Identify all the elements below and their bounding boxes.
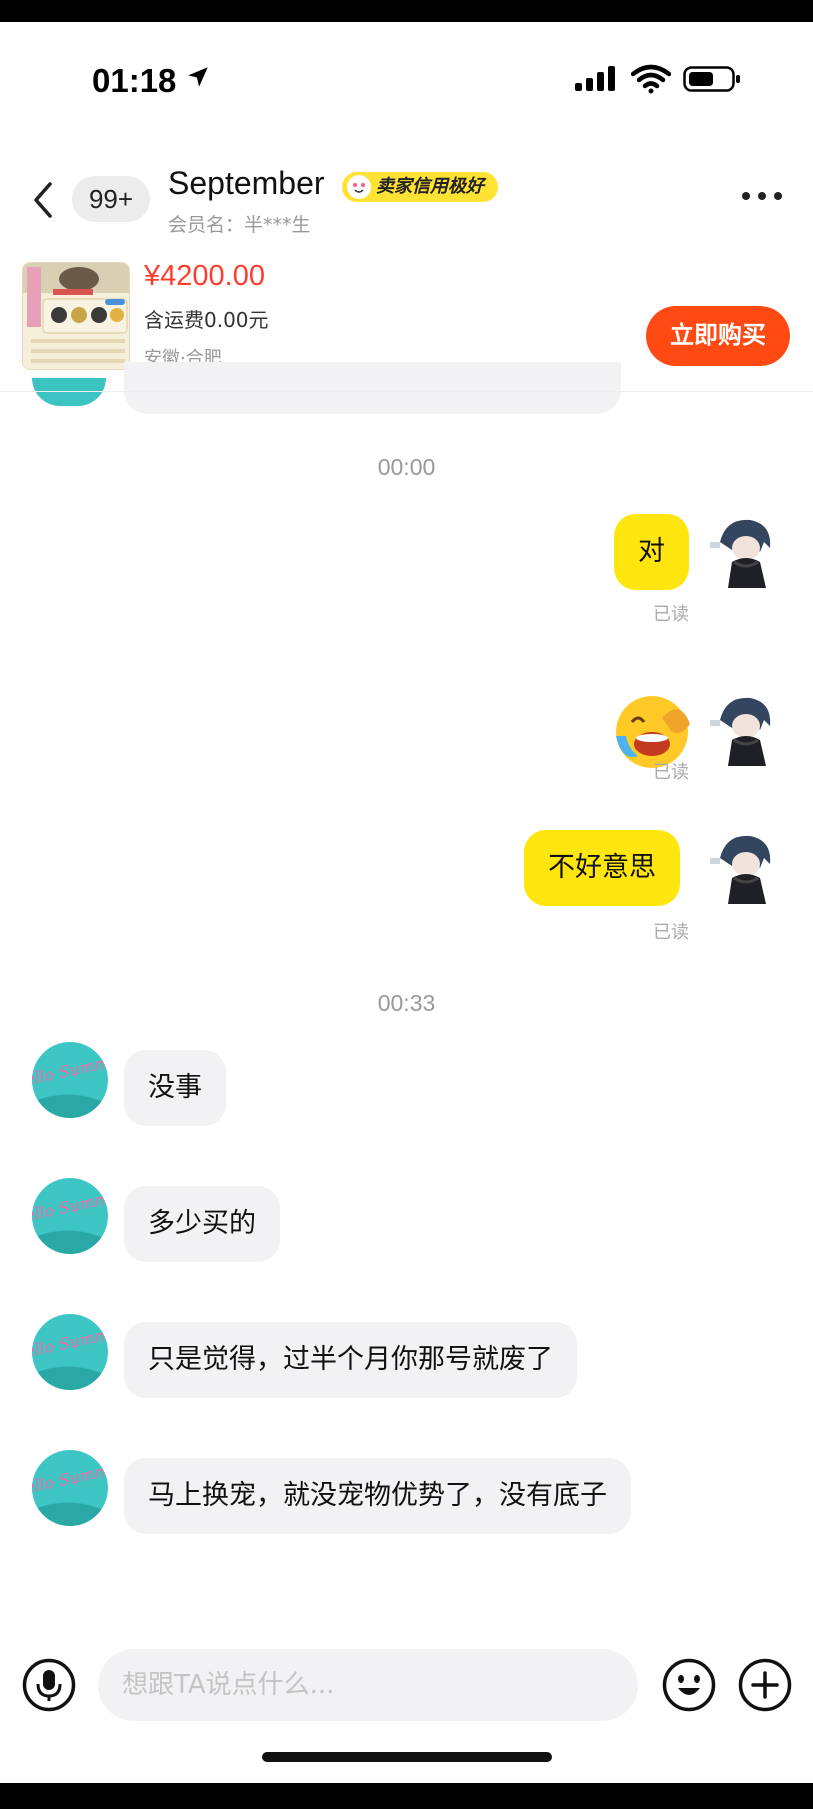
chat-screen: 01:18 99+ September 卖家信用极好 会员名：半***生 ¥42…: [0, 22, 813, 1783]
plus-icon[interactable]: [738, 1658, 792, 1712]
emoji-picker-icon[interactable]: [662, 1658, 716, 1712]
battery-icon: [683, 66, 740, 92]
member-name-line: 会员名：半***生: [168, 214, 311, 236]
peer-avatar[interactable]: Hello Summer: [32, 1178, 108, 1254]
credit-badge-label: 卖家信用极好: [376, 176, 484, 197]
incoming-message-bubble[interactable]: 多少买的: [124, 1186, 280, 1262]
outgoing-message-bubble[interactable]: 对: [614, 514, 689, 590]
header-divider: [0, 391, 813, 392]
message-input[interactable]: [98, 1649, 638, 1721]
smiley-face-icon: [347, 175, 371, 199]
self-avatar[interactable]: [706, 828, 782, 904]
peer-avatar[interactable]: Hello Summer: [32, 1450, 108, 1526]
buy-now-button[interactable]: 立即购买: [646, 306, 790, 366]
seller-credit-badge: 卖家信用极好: [342, 172, 498, 202]
read-receipt: 已读: [653, 922, 689, 943]
self-avatar[interactable]: [706, 512, 782, 588]
incoming-message-bubble[interactable]: 马上换宠，就没宠物优势了，没有底子: [124, 1458, 631, 1534]
product-shipping-fee: 含运费0.00元: [144, 308, 269, 332]
unread-count-badge[interactable]: 99+: [72, 176, 150, 222]
peer-avatar[interactable]: Hello Summer: [32, 1042, 108, 1118]
product-thumbnail[interactable]: [22, 262, 130, 370]
self-avatar[interactable]: [706, 690, 782, 766]
partial-message-bubble: [124, 362, 621, 414]
microphone-icon[interactable]: [22, 1658, 76, 1712]
wifi-icon: [631, 64, 671, 94]
contact-name[interactable]: September: [168, 165, 325, 202]
location-arrow-icon: [188, 67, 208, 87]
status-time: 01:18: [92, 62, 177, 99]
product-price: ¥4200.00: [144, 260, 265, 292]
read-receipt: 已读: [653, 604, 689, 625]
peer-avatar[interactable]: Hello Summer: [32, 1314, 108, 1390]
home-indicator[interactable]: [262, 1752, 552, 1762]
back-chevron-icon[interactable]: [30, 180, 56, 220]
cellular-signal-icon: [575, 66, 615, 91]
time-divider: 00:00: [377, 454, 436, 480]
time-divider: 00:33: [377, 990, 436, 1016]
incoming-message-bubble[interactable]: 没事: [124, 1050, 226, 1126]
incoming-message-bubble[interactable]: 只是觉得，过半个月你那号就废了: [124, 1322, 577, 1398]
read-receipt: 已读: [653, 762, 689, 783]
outgoing-message-bubble[interactable]: 不好意思: [524, 830, 680, 906]
peer-avatar-partial: [32, 378, 106, 406]
more-options-icon[interactable]: [740, 190, 784, 202]
